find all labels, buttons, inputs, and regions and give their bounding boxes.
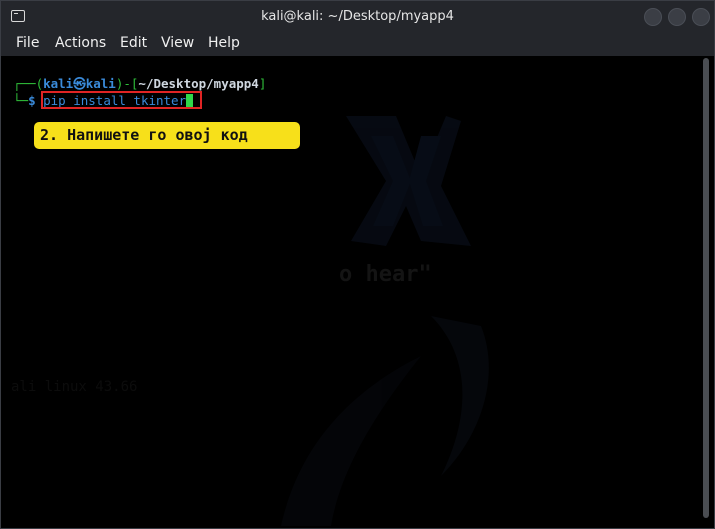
menu-actions[interactable]: Actions	[55, 35, 106, 51]
window-title: kali@kali: ~/Desktop/myapp4	[261, 9, 454, 24]
menu-edit[interactable]: Edit	[120, 35, 147, 51]
title-bar[interactable]: kali@kali: ~/Desktop/myapp4	[1, 1, 714, 33]
terminal-area[interactable]: o hear" ali linux 43.66 ┌──(kali㉿kali)-[…	[1, 56, 714, 528]
menu-bar: File Actions Edit View Help	[1, 33, 714, 56]
watermark-text: o hear"	[339, 262, 432, 287]
prompt-close-paren: )-[	[115, 76, 139, 91]
prompt-close-bracket: ]	[258, 76, 267, 91]
command-highlight-box	[41, 91, 202, 109]
prompt-corner-bottom: └─	[13, 93, 29, 108]
menu-file[interactable]: File	[16, 35, 39, 51]
instruction-annotation: 2. Напишете го овој код	[34, 122, 300, 149]
terminal-window: kali@kali: ~/Desktop/myapp4 File Actions…	[0, 0, 715, 529]
menu-help[interactable]: Help	[208, 35, 240, 51]
minimize-button[interactable]	[644, 8, 662, 26]
menu-view[interactable]: View	[161, 35, 194, 51]
prompt-line-1: ┌──(kali㉿kali)-[~/Desktop/myapp4]	[13, 76, 266, 92]
scrollbar-thumb[interactable]	[703, 58, 709, 518]
maximize-button[interactable]	[668, 8, 686, 26]
watermark-faint-text: ali linux 43.66	[11, 379, 137, 395]
prompt-user: kali	[43, 76, 74, 91]
prompt-corner-top: ┌──(	[13, 76, 44, 91]
close-button[interactable]	[692, 8, 710, 26]
prompt-host: kali	[85, 76, 116, 91]
prompt-at-symbol: ㉿	[73, 76, 86, 91]
scrollbar[interactable]	[698, 56, 714, 528]
prompt-path: ~/Desktop/myapp4	[138, 76, 259, 91]
